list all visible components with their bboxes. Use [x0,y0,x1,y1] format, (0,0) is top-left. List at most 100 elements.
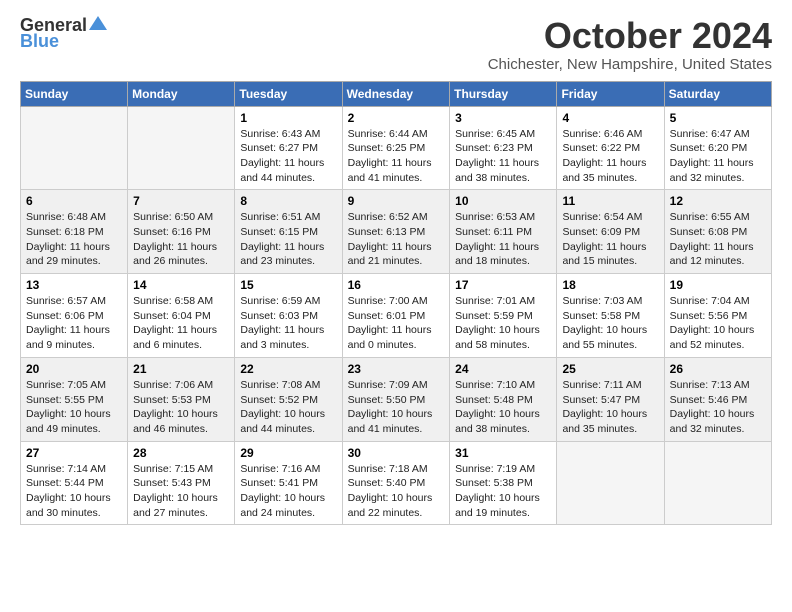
header: General Blue October 2024 Chichester, Ne… [20,16,772,73]
day-number: 26 [670,362,766,376]
table-row: 5 Sunrise: 6:47 AM Sunset: 6:20 PM Daylig… [664,106,771,190]
page-container: General Blue October 2024 Chichester, Ne… [0,0,792,535]
day-info: Sunrise: 6:45 AM Sunset: 6:23 PM Dayligh… [455,127,551,186]
day-number: 30 [348,446,445,460]
day-number: 27 [26,446,122,460]
day-number: 21 [133,362,229,376]
day-number: 9 [348,194,445,208]
day-number: 29 [240,446,336,460]
day-number: 14 [133,278,229,292]
table-row: 27 Sunrise: 7:14 AM Sunset: 5:44 PM Dayli… [21,441,128,525]
day-number: 18 [562,278,658,292]
logo-icon [89,14,107,32]
day-number: 28 [133,446,229,460]
day-number: 25 [562,362,658,376]
day-info: Sunrise: 7:19 AM Sunset: 5:38 PM Dayligh… [455,462,551,521]
table-row: 6Sunrise: 6:48 AM Sunset: 6:18 PM Daylig… [21,190,128,274]
table-row: 26 Sunrise: 7:13 AM Sunset: 5:46 PM Dayli… [664,357,771,441]
table-row: 10 Sunrise: 6:53 AM Sunset: 6:11 PM Dayli… [450,190,557,274]
table-row [664,441,771,525]
table-row: 14 Sunrise: 6:58 AM Sunset: 6:04 PM Dayli… [128,274,235,358]
table-row: 31 Sunrise: 7:19 AM Sunset: 5:38 PM Dayli… [450,441,557,525]
calendar-week-row: 27 Sunrise: 7:14 AM Sunset: 5:44 PM Dayli… [21,441,772,525]
calendar-week-row: 20Sunrise: 7:05 AM Sunset: 5:55 PM Dayli… [21,357,772,441]
day-info: Sunrise: 7:18 AM Sunset: 5:40 PM Dayligh… [348,462,445,521]
logo-blue-text: Blue [20,32,59,50]
day-info: Sunrise: 7:08 AM Sunset: 5:52 PM Dayligh… [240,378,336,437]
day-number: 15 [240,278,336,292]
table-row: 1 Sunrise: 6:43 AM Sunset: 6:27 PM Daylig… [235,106,342,190]
table-row: 30 Sunrise: 7:18 AM Sunset: 5:40 PM Dayli… [342,441,450,525]
header-thursday: Thursday [450,81,557,106]
day-info: Sunrise: 7:09 AM Sunset: 5:50 PM Dayligh… [348,378,445,437]
day-info: Sunrise: 6:47 AM Sunset: 6:20 PM Dayligh… [670,127,766,186]
month-title: October 2024 [488,16,772,56]
table-row: 8Sunrise: 6:51 AM Sunset: 6:15 PM Daylig… [235,190,342,274]
day-info: Sunrise: 6:55 AM Sunset: 6:08 PM Dayligh… [670,210,766,269]
day-info: Sunrise: 7:15 AM Sunset: 5:43 PM Dayligh… [133,462,229,521]
day-number: 23 [348,362,445,376]
table-row: 15 Sunrise: 6:59 AM Sunset: 6:03 PM Dayli… [235,274,342,358]
day-info: Sunrise: 7:14 AM Sunset: 5:44 PM Dayligh… [26,462,122,521]
day-number: 2 [348,111,445,125]
table-row: 9 Sunrise: 6:52 AM Sunset: 6:13 PM Daylig… [342,190,450,274]
day-number: 6 [26,194,122,208]
table-row: 7 Sunrise: 6:50 AM Sunset: 6:16 PM Daylig… [128,190,235,274]
day-info: Sunrise: 7:11 AM Sunset: 5:47 PM Dayligh… [562,378,658,437]
table-row: 19Sunrise: 7:04 AM Sunset: 5:56 PM Dayli… [664,274,771,358]
day-number: 16 [348,278,445,292]
day-info: Sunrise: 6:46 AM Sunset: 6:22 PM Dayligh… [562,127,658,186]
day-number: 3 [455,111,551,125]
table-row: 4 Sunrise: 6:46 AM Sunset: 6:22 PM Daylig… [557,106,664,190]
table-row: 18 Sunrise: 7:03 AM Sunset: 5:58 PM Dayli… [557,274,664,358]
table-row: 24Sunrise: 7:10 AM Sunset: 5:48 PM Dayli… [450,357,557,441]
day-info: Sunrise: 7:00 AM Sunset: 6:01 PM Dayligh… [348,294,445,353]
title-block: October 2024 Chichester, New Hampshire, … [488,16,772,73]
table-row: 11Sunrise: 6:54 AM Sunset: 6:09 PM Dayli… [557,190,664,274]
day-info: Sunrise: 7:01 AM Sunset: 5:59 PM Dayligh… [455,294,551,353]
day-info: Sunrise: 6:43 AM Sunset: 6:27 PM Dayligh… [240,127,336,186]
day-info: Sunrise: 6:54 AM Sunset: 6:09 PM Dayligh… [562,210,658,269]
logo: General Blue [20,16,107,50]
day-number: 7 [133,194,229,208]
day-info: Sunrise: 6:57 AM Sunset: 6:06 PM Dayligh… [26,294,122,353]
day-info: Sunrise: 7:10 AM Sunset: 5:48 PM Dayligh… [455,378,551,437]
day-info: Sunrise: 6:50 AM Sunset: 6:16 PM Dayligh… [133,210,229,269]
table-row: 23 Sunrise: 7:09 AM Sunset: 5:50 PM Dayli… [342,357,450,441]
calendar-week-row: 1 Sunrise: 6:43 AM Sunset: 6:27 PM Daylig… [21,106,772,190]
table-row: 2 Sunrise: 6:44 AM Sunset: 6:25 PM Daylig… [342,106,450,190]
day-info: Sunrise: 7:05 AM Sunset: 5:55 PM Dayligh… [26,378,122,437]
table-row: 29 Sunrise: 7:16 AM Sunset: 5:41 PM Dayli… [235,441,342,525]
table-row: 21Sunrise: 7:06 AM Sunset: 5:53 PM Dayli… [128,357,235,441]
table-row: 16 Sunrise: 7:00 AM Sunset: 6:01 PM Dayli… [342,274,450,358]
day-number: 13 [26,278,122,292]
header-monday: Monday [128,81,235,106]
day-info: Sunrise: 7:13 AM Sunset: 5:46 PM Dayligh… [670,378,766,437]
day-info: Sunrise: 6:52 AM Sunset: 6:13 PM Dayligh… [348,210,445,269]
day-number: 17 [455,278,551,292]
day-number: 8 [240,194,336,208]
calendar-table: Sunday Monday Tuesday Wednesday Thursday… [20,81,772,526]
table-row: 17 Sunrise: 7:01 AM Sunset: 5:59 PM Dayli… [450,274,557,358]
day-number: 12 [670,194,766,208]
day-info: Sunrise: 7:03 AM Sunset: 5:58 PM Dayligh… [562,294,658,353]
header-sunday: Sunday [21,81,128,106]
table-row: 3 Sunrise: 6:45 AM Sunset: 6:23 PM Daylig… [450,106,557,190]
day-info: Sunrise: 6:44 AM Sunset: 6:25 PM Dayligh… [348,127,445,186]
table-row [21,106,128,190]
day-number: 4 [562,111,658,125]
day-info: Sunrise: 6:53 AM Sunset: 6:11 PM Dayligh… [455,210,551,269]
calendar-header-row: Sunday Monday Tuesday Wednesday Thursday… [21,81,772,106]
day-number: 22 [240,362,336,376]
day-info: Sunrise: 7:04 AM Sunset: 5:56 PM Dayligh… [670,294,766,353]
day-info: Sunrise: 6:59 AM Sunset: 6:03 PM Dayligh… [240,294,336,353]
day-number: 10 [455,194,551,208]
table-row: 28 Sunrise: 7:15 AM Sunset: 5:43 PM Dayli… [128,441,235,525]
day-number: 5 [670,111,766,125]
day-number: 1 [240,111,336,125]
day-info: Sunrise: 6:58 AM Sunset: 6:04 PM Dayligh… [133,294,229,353]
header-wednesday: Wednesday [342,81,450,106]
day-number: 31 [455,446,551,460]
table-row: 13 Sunrise: 6:57 AM Sunset: 6:06 PM Dayli… [21,274,128,358]
day-info: Sunrise: 7:16 AM Sunset: 5:41 PM Dayligh… [240,462,336,521]
